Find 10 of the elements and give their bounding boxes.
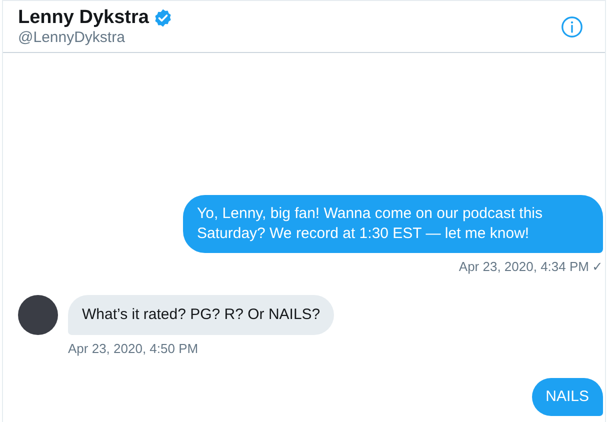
sent-checkmark: ✓ — [592, 258, 603, 276]
avatar[interactable] — [18, 294, 58, 334]
message-bubble: Yo, Lenny, big fan! Wanna come on our podcast this Saturday? We record at 1:30 EST — let me know! — [183, 195, 603, 253]
info-icon[interactable] — [561, 16, 583, 38]
contact-handle: @LennyDykstra — [18, 28, 126, 46]
message-bubble: What’s it rated? PG? R? Or NAILS? — [68, 294, 334, 334]
message-timestamp: Apr 23, 2020, 4:50 PM — [68, 340, 200, 358]
message-timestamp: Apr 23, 2020, 4:34 PM — [458, 258, 589, 276]
message-bubble: NAILS — [532, 378, 603, 416]
contact-name: Lenny Dykstra — [18, 6, 149, 28]
